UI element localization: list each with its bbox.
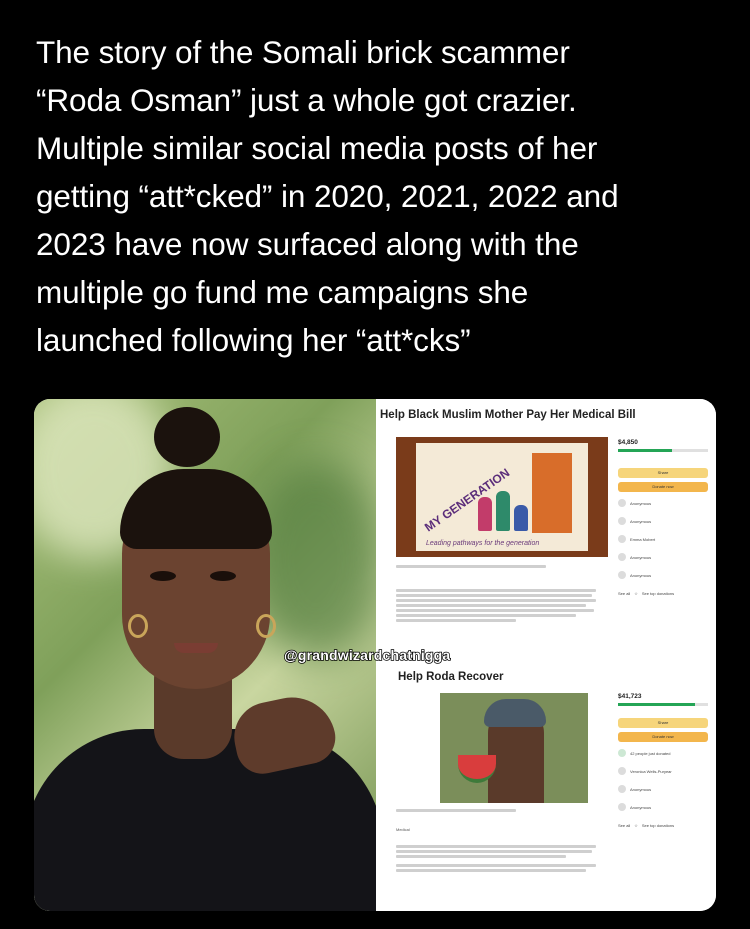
donate-button: Donate now	[618, 482, 708, 492]
donate-button: Donate now	[618, 732, 708, 742]
see-links: See all ☆ See top donations	[618, 586, 708, 600]
organizer-line	[396, 565, 596, 568]
banner-tagline: Leading pathways for the generation	[426, 540, 540, 547]
post-caption: The story of the Somali brick scammer “R…	[36, 28, 726, 364]
donation-sidebar: $4,850 Share Donate now Anonymous Anonym…	[618, 439, 708, 600]
fundraiser-screenshot-2: Help Roda Recover Medical $41,723 Share …	[376, 667, 716, 911]
hair-bun	[154, 407, 220, 467]
donation-sidebar: $41,723 Share Donate now 42 people just …	[618, 693, 708, 832]
star-icon: ☆	[634, 590, 638, 596]
post-image[interactable]: Help Black Muslim Mother Pay Her Medical…	[34, 399, 716, 911]
fundraiser-photo	[440, 693, 588, 803]
caption-line: getting “att*cked” in 2020, 2021, 2022 a…	[36, 178, 619, 214]
banner-inner: MY GENERATION Leading pathways for the g…	[416, 443, 588, 551]
fundraiser-banner: MY GENERATION Leading pathways for the g…	[396, 437, 608, 557]
donor-row: Veronica Wells-Puryear	[618, 764, 708, 778]
see-top-link: See top donations	[641, 822, 675, 828]
amount-raised: $4,850	[618, 439, 638, 446]
category-label: Medical	[396, 827, 410, 832]
donor-row: Anonymous	[618, 782, 708, 796]
caption-line: The story of the Somali brick scammer	[36, 34, 570, 70]
see-top-link: See top donations	[641, 590, 675, 596]
eye	[150, 571, 176, 581]
earring	[128, 614, 148, 638]
eye	[210, 571, 236, 581]
donor-row: Anonymous	[618, 800, 708, 814]
description-text	[396, 843, 596, 874]
recent-donations: 42 people just donated	[618, 746, 708, 760]
headwrap-graphic	[484, 699, 546, 727]
earring	[256, 614, 276, 638]
see-all-link: See all	[618, 590, 631, 596]
share-button: Share	[618, 718, 708, 728]
caption-line: multiple go fund me campaigns she	[36, 274, 529, 310]
fundraiser-screenshot-1: Help Black Muslim Mother Pay Her Medical…	[376, 399, 716, 657]
progress-bar	[618, 703, 708, 706]
organizer-line	[396, 809, 596, 812]
fundraiser-title: Help Black Muslim Mother Pay Her Medical…	[380, 409, 636, 421]
door-graphic	[532, 453, 572, 533]
donor-row: Emma Mobert	[618, 532, 708, 546]
caption-line: Multiple similar social media posts of h…	[36, 130, 598, 166]
see-all-link: See all	[618, 822, 631, 828]
donor-row: Anonymous	[618, 550, 708, 564]
fundraiser-title: Help Roda Recover	[398, 671, 504, 683]
donor-row: Anonymous	[618, 514, 708, 528]
description-text	[396, 587, 596, 624]
figure-graphic	[514, 505, 528, 531]
caption-line: “Roda Osman” just a whole got crazier.	[36, 82, 577, 118]
donor-row: Anonymous	[618, 496, 708, 510]
donor-row: Anonymous	[618, 568, 708, 582]
amount-raised: $41,723	[618, 693, 642, 700]
watermark: @grandwizardchatnigga	[283, 646, 451, 664]
mouth	[174, 643, 218, 653]
figure-graphic	[478, 497, 492, 531]
star-icon: ☆	[634, 822, 638, 828]
caption-line: launched following her “att*cks”	[36, 322, 471, 358]
progress-bar	[618, 449, 708, 452]
share-button: Share	[618, 468, 708, 478]
category-line: Medical	[396, 827, 596, 833]
see-links: See all ☆ See top donations	[618, 818, 708, 832]
figure-graphic	[496, 491, 510, 531]
caption-line: 2023 have now surfaced along with the	[36, 226, 579, 262]
